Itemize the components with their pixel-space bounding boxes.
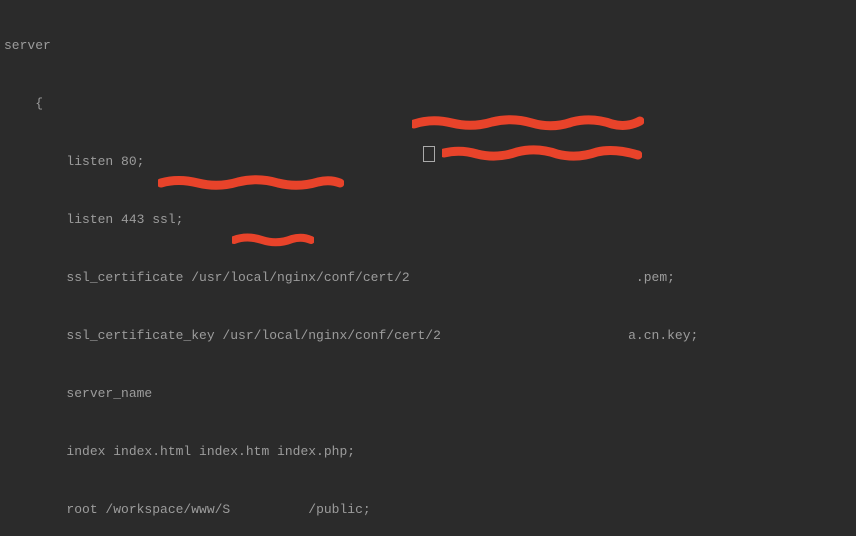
code-line: ssl_certificate_key /usr/local/nginx/con… [4, 321, 856, 350]
code-line: { [4, 89, 856, 118]
code-line: listen 443 ssl; [4, 205, 856, 234]
nginx-config-code: server { listen 80; listen 443 ssl; ssl_… [0, 0, 856, 536]
code-line: server [4, 31, 856, 60]
code-line: index index.html index.htm index.php; [4, 437, 856, 466]
code-line: server_name xxxxxxxxxxxxxxxxxxxxxxx [4, 379, 856, 408]
text-cursor-icon [423, 146, 435, 162]
code-line: ssl_certificate /usr/local/nginx/conf/ce… [4, 263, 856, 292]
code-line: root /workspace/www/Sxxxxxxxxxx/public; [4, 495, 856, 524]
